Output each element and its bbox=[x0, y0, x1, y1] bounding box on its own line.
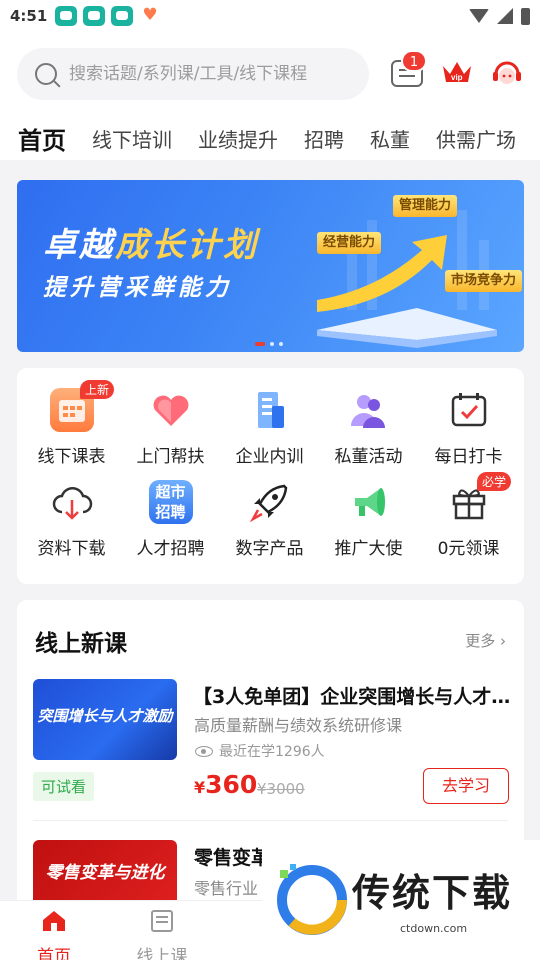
nav-online-courses[interactable]: 线上课 bbox=[122, 909, 202, 960]
grid-label: 上门帮扶 bbox=[136, 447, 205, 467]
grid-item-digital-products[interactable]: 数字产品 bbox=[219, 480, 320, 570]
nav-home[interactable]: 首页 bbox=[14, 909, 94, 960]
status-bar: 4:51 bbox=[0, 0, 540, 32]
tab-supply-demand[interactable]: 供需广场 bbox=[436, 124, 516, 153]
header: 1 vip 首页 线下培训 业绩提升 招聘 私董 供需广场 bbox=[0, 32, 540, 160]
calendar-check-icon bbox=[447, 388, 491, 432]
notification-app-icon bbox=[111, 6, 134, 26]
top-tabs: 首页 线下培训 业绩提升 招聘 私董 供需广场 bbox=[0, 116, 540, 160]
search-input[interactable] bbox=[69, 64, 359, 84]
grid-item-daily-checkin[interactable]: 每日打卡 bbox=[418, 388, 519, 478]
grid-item-download[interactable]: 资料下载 bbox=[21, 480, 122, 570]
megaphone-icon bbox=[347, 480, 391, 524]
grid-label: 线下课表 bbox=[37, 447, 106, 467]
status-time: 4:51 bbox=[10, 7, 48, 25]
banner-pagination bbox=[255, 342, 283, 346]
home-icon bbox=[43, 911, 65, 931]
signal-icon bbox=[497, 8, 513, 24]
grid-item-offline-schedule[interactable]: 上新 线下课表 bbox=[21, 380, 122, 478]
grid-label: 私董活动 bbox=[334, 447, 403, 467]
heart-icon bbox=[149, 388, 193, 432]
search-icon bbox=[35, 63, 57, 85]
pagination-dot bbox=[255, 342, 265, 346]
banner-subtitle: 提升营采鲜能力 bbox=[43, 275, 232, 301]
grid-label: 企业内训 bbox=[235, 447, 304, 467]
banner-chip: 管理能力 bbox=[393, 195, 458, 217]
divider bbox=[33, 820, 508, 821]
watermark-text: 传统下载 bbox=[352, 871, 513, 915]
vip-crown-icon[interactable]: vip bbox=[440, 56, 474, 90]
message-badge: 1 bbox=[401, 50, 427, 72]
rocket-icon bbox=[248, 480, 292, 524]
banner-chip: 市场竞争力 bbox=[445, 270, 523, 292]
tab-performance[interactable]: 业绩提升 bbox=[198, 124, 278, 153]
course-thumbnail[interactable]: 突围增长与人才激励 bbox=[33, 679, 177, 760]
battery-icon bbox=[521, 7, 530, 25]
grid-label: 0元领课 bbox=[437, 539, 500, 559]
grid-item-onsite-help[interactable]: 上门帮扶 bbox=[120, 388, 221, 478]
grid-item-free-course[interactable]: 必学 0元领课 bbox=[418, 472, 519, 570]
tab-home[interactable]: 首页 bbox=[18, 121, 66, 156]
svg-text:vip: vip bbox=[451, 73, 463, 82]
tab-private-board[interactable]: 私董 bbox=[370, 124, 410, 153]
thumbnail-text: 零售变革与进化 bbox=[45, 863, 165, 883]
banner-chip: 经营能力 bbox=[317, 232, 382, 254]
learners-count: 最近在学1296人 bbox=[195, 741, 325, 761]
chevron-right-icon: › bbox=[500, 632, 506, 650]
new-badge: 上新 bbox=[79, 380, 114, 399]
watermark: 传统下载 ctdown.com bbox=[262, 840, 540, 960]
pagination-dot bbox=[270, 342, 274, 346]
search-bar[interactable] bbox=[17, 48, 369, 100]
must-learn-badge: 必学 bbox=[476, 472, 511, 491]
grid-item-recruit[interactable]: 超市招聘 人才招聘 bbox=[120, 480, 221, 570]
eye-icon bbox=[195, 745, 213, 757]
trial-tag: 可试看 bbox=[33, 772, 95, 801]
thumbnail-text: 突围增长与人才激励 bbox=[37, 707, 173, 725]
watermark-logo bbox=[277, 864, 347, 935]
go-study-button[interactable]: 去学习 bbox=[423, 768, 509, 804]
notification-app-icon bbox=[55, 6, 78, 26]
course-price: ¥360 bbox=[194, 770, 258, 799]
grid-label: 资料下载 bbox=[37, 539, 106, 559]
grid-item-corporate-training[interactable]: 企业内训 bbox=[219, 388, 320, 478]
grid-item-ambassador[interactable]: 推广大使 bbox=[318, 480, 419, 570]
grid-label: 每日打卡 bbox=[434, 447, 503, 467]
notification-app-icon bbox=[83, 6, 106, 26]
tab-offline-training[interactable]: 线下培训 bbox=[92, 124, 172, 153]
section-title: 线上新课 bbox=[35, 631, 127, 657]
grid-item-private-board[interactable]: 私董活动 bbox=[318, 388, 419, 478]
more-link[interactable]: 更多 › bbox=[465, 630, 506, 651]
wifi-icon bbox=[469, 9, 489, 23]
grid-label: 人才招聘 bbox=[136, 539, 205, 559]
recruit-icon: 超市招聘 bbox=[148, 480, 193, 524]
original-price: ¥3000 bbox=[257, 780, 305, 798]
tab-recruit[interactable]: 招聘 bbox=[304, 124, 344, 153]
building-icon bbox=[248, 388, 292, 432]
notification-heart-icon bbox=[139, 5, 162, 26]
course-title[interactable]: 【3人免单团】企业突围增长与人才激励 bbox=[193, 682, 511, 709]
customer-service-icon[interactable] bbox=[490, 56, 524, 90]
pagination-dot bbox=[279, 342, 283, 346]
feature-grid: 上新 线下课表 上门帮扶 企业内训 私董活动 每日打卡 资料下载 超市招聘 人才… bbox=[17, 368, 524, 584]
watermark-url: ctdown.com bbox=[400, 922, 468, 935]
course-subtitle: 零售行业 bbox=[194, 879, 259, 898]
grid-label: 数字产品 bbox=[235, 539, 304, 559]
grid-label: 推广大使 bbox=[334, 539, 403, 559]
book-icon bbox=[151, 910, 173, 932]
cloud-download-icon bbox=[50, 480, 94, 524]
promo-banner[interactable]: 卓越成长计划 提升营采鲜能力 管理能力 经营能力 市场竞争力 bbox=[17, 180, 524, 352]
people-icon bbox=[347, 388, 391, 432]
banner-title: 卓越成长计划 bbox=[43, 225, 259, 264]
status-indicators bbox=[469, 7, 530, 25]
course-subtitle: 高质量薪酬与绩效系统研修课 bbox=[194, 716, 403, 735]
